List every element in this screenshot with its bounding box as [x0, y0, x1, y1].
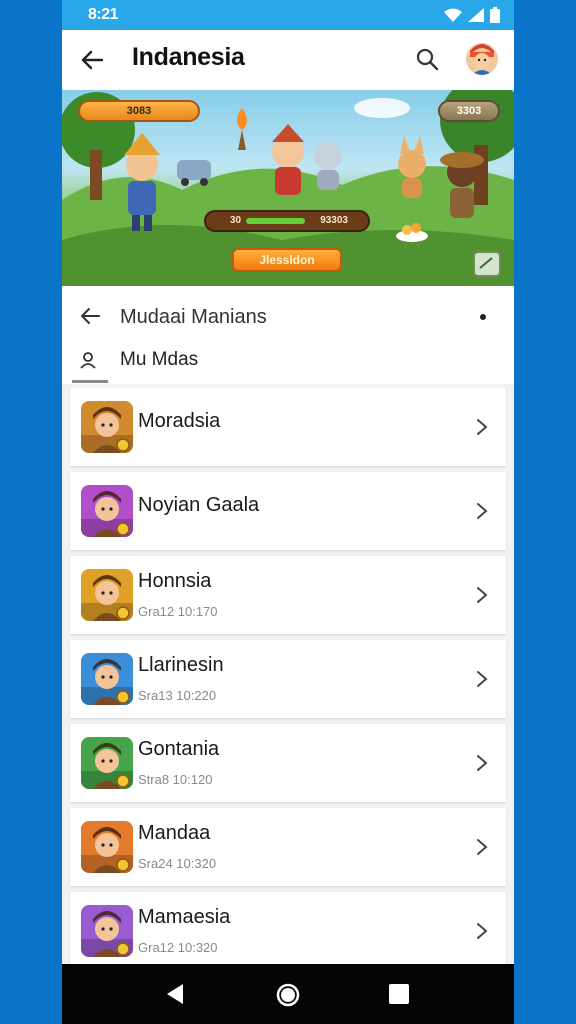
chevron-right-icon: [477, 503, 488, 519]
list-item[interactable]: Llarinesin Sra13 10:220: [70, 640, 506, 718]
list-item[interactable]: Moradsia: [70, 388, 506, 466]
back-arrow-icon[interactable]: [78, 46, 106, 74]
back-arrow-icon[interactable]: [78, 304, 102, 328]
game-thumbnail-icon: [81, 401, 133, 453]
coin-counter: 3083: [78, 100, 200, 122]
app-bar: Indanesia: [62, 30, 514, 90]
chevron-right-icon: [477, 419, 488, 435]
list-item[interactable]: Gontania Stra8 10:120: [70, 724, 506, 802]
status-time: 8:21: [88, 6, 119, 23]
tab-indicator: [72, 380, 108, 383]
user-label: Mu Mdas: [120, 349, 199, 370]
list-item-meta: Sra24 10:320: [138, 856, 217, 871]
nav-recents-icon[interactable]: [389, 984, 409, 1004]
wifi-icon: [444, 8, 462, 22]
section-title: Mudaai Manians: [120, 306, 267, 328]
level-progress-bar: 30 93303: [204, 210, 370, 232]
section-header: Mudaai Manians Mu Mdas: [62, 286, 514, 384]
game-list: Moradsia Noyian Gaala Honnsia Gra12 10:170 L…: [70, 388, 506, 976]
avatar[interactable]: [466, 43, 498, 75]
gem-counter: 3303: [438, 100, 500, 122]
list-item-title: Gontania: [138, 738, 220, 760]
list-item[interactable]: Mandaa Sra24 10:320: [70, 808, 506, 886]
list-item-meta: Gra12 10:170: [138, 604, 218, 619]
list-item[interactable]: Noyian Gaala: [70, 472, 506, 550]
signal-icon: [468, 8, 484, 22]
list-item-meta: Gra12 10:320: [138, 940, 218, 955]
nav-back-icon[interactable]: [165, 982, 185, 1006]
nav-home-icon[interactable]: [275, 982, 301, 1008]
chevron-right-icon: [477, 587, 488, 603]
chevron-right-icon: [477, 755, 488, 771]
user-icon: [80, 352, 96, 369]
list-item-title: Llarinesin: [138, 654, 224, 676]
status-bar: 8:21: [62, 0, 514, 30]
chevron-right-icon: [477, 839, 488, 855]
list-item-title: Mamaesia: [138, 906, 231, 928]
list-item[interactable]: Honnsia Gra12 10:170: [70, 556, 506, 634]
battery-icon: [490, 7, 500, 23]
page-title: Indanesia: [132, 43, 245, 71]
more-dot-icon[interactable]: [480, 314, 486, 320]
list-item-title: Honnsia: [138, 570, 212, 592]
game-thumbnail-icon: [81, 569, 133, 621]
list-item-meta: Stra8 10:120: [138, 772, 213, 787]
game-thumbnail-icon: [81, 737, 133, 789]
chevron-right-icon: [477, 671, 488, 687]
play-button[interactable]: Jlessldon: [232, 248, 342, 272]
progress-fill: [246, 218, 305, 224]
game-thumbnail-icon: [81, 485, 133, 537]
list-item-meta: Sra13 10:220: [138, 688, 217, 703]
system-nav-bar: [62, 964, 514, 1024]
chevron-right-icon: [477, 923, 488, 939]
game-thumbnail-icon: [81, 905, 133, 957]
list-item-title: Moradsia: [138, 410, 221, 432]
phone-screen: 8:21 Indanesia 3083 3303 30 93303 Jlessl…: [62, 0, 514, 1024]
search-icon[interactable]: [414, 46, 440, 72]
list-item[interactable]: Mamaesia Gra12 10:320: [70, 892, 506, 970]
game-banner[interactable]: 3083 3303 30 93303 Jlessldon: [62, 90, 514, 286]
list-item-title: Noyian Gaala: [138, 494, 260, 516]
list-item-title: Mandaa: [138, 822, 211, 844]
game-thumbnail-icon: [81, 653, 133, 705]
game-thumbnail-icon: [81, 821, 133, 873]
